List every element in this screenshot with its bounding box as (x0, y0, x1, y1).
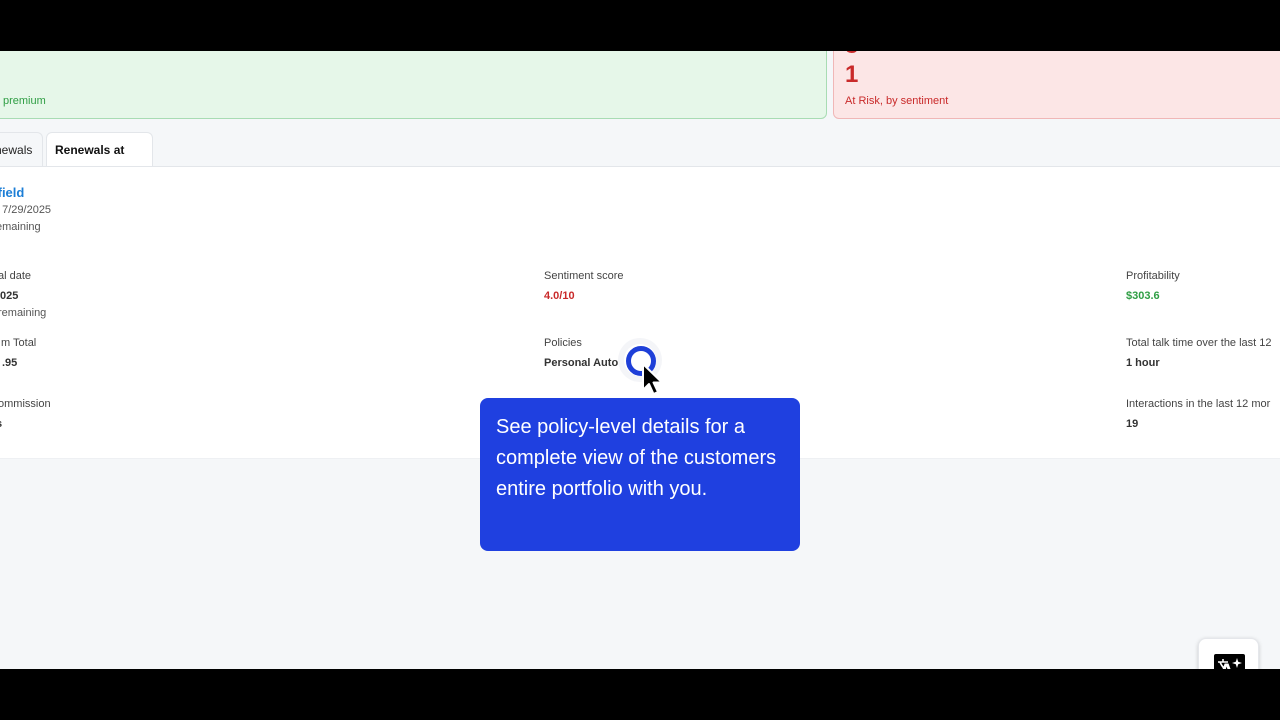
customer-renewal-date: : 7/29/2025 (0, 204, 52, 216)
customer-days-remaining: emaining (0, 221, 41, 233)
renewals-tab-bar: newals Renewals at risk (0, 132, 1280, 191)
talk-time-label: Total talk time over the last 12 (1126, 337, 1272, 349)
at-risk-partial-number: 3 (845, 51, 858, 60)
premium-total-value: .95 (2, 357, 18, 369)
walkthrough-tooltip: See policy-level details for a complete … (480, 398, 800, 551)
at-risk-count: 1 (845, 61, 859, 88)
translate-assistant-button[interactable]: A (1198, 638, 1259, 669)
renewal-date-value: 025 (0, 290, 19, 302)
talk-time-value: 1 hour (1126, 357, 1160, 369)
sentiment-score-label: Sentiment score (544, 270, 624, 282)
policies-value[interactable]: Personal Auto (544, 357, 618, 369)
commission-value: s (0, 418, 2, 430)
translate-sparkle-icon: A (1214, 654, 1245, 669)
at-risk-card-subtitle: At Risk, by sentiment (845, 95, 949, 107)
tooltip-text: See policy-level details for a complete … (496, 416, 777, 500)
renewal-date-remaining: remaining (0, 307, 47, 319)
renewal-date-label: al date (0, 270, 32, 282)
policies-label: Policies (544, 337, 582, 349)
interactions-label: Interactions in the last 12 mor (1126, 398, 1271, 410)
sentiment-score-value: 4.0/10 (544, 290, 575, 302)
interactions-value: 19 (1126, 418, 1139, 430)
premium-total-label: m Total (1, 337, 37, 349)
premium-summary-card: premium (0, 51, 827, 119)
customer-name-link[interactable]: ifield (0, 185, 24, 200)
mouse-cursor-icon (641, 362, 667, 403)
tab-renewals[interactable]: newals (0, 132, 43, 166)
profitability-value: $303.6 (1126, 290, 1160, 302)
at-risk-summary-card: 3 1 At Risk, by sentiment (833, 51, 1280, 119)
premium-card-subtitle: premium (3, 95, 46, 107)
commission-label: ommission (0, 398, 51, 410)
profitability-label: Profitability (1126, 270, 1180, 282)
tab-renewals-at-risk[interactable]: Renewals at risk (46, 132, 153, 191)
